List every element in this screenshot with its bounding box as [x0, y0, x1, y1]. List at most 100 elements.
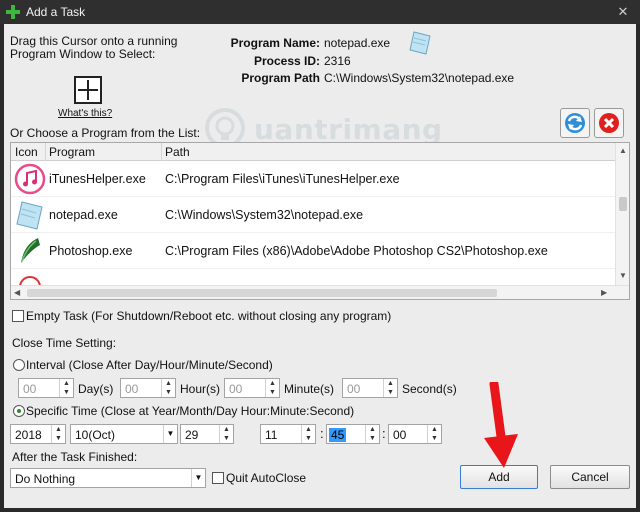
title-bar: Add a Task ✕	[0, 0, 640, 24]
minute-field[interactable]: 45 ▲ ▼	[326, 424, 380, 444]
row-path: C:\Program Files\iTunes\iTunesHelper.exe	[165, 172, 400, 186]
window-title: Add a Task	[26, 5, 86, 19]
cancel-button[interactable]: Cancel	[550, 465, 630, 489]
refresh-button[interactable]	[560, 108, 590, 138]
add-task-window: Add a Task ✕ Drag this Cursor onto a run…	[0, 0, 640, 512]
interval-days-value: 00	[23, 382, 37, 396]
seconds-unit-label: Second(s)	[402, 382, 457, 396]
spin-arrows-icon[interactable]: ▲ ▼	[161, 379, 175, 397]
spin-arrows-icon[interactable]: ▲ ▼	[51, 425, 65, 443]
chevron-down-icon[interactable]: ▼	[191, 469, 205, 487]
second-value: 00	[393, 428, 407, 442]
row-path: C:\Windows\System32\notepad.exe	[165, 208, 364, 222]
specific-time-radio[interactable]	[13, 405, 25, 417]
column-icon[interactable]: Icon	[15, 145, 38, 159]
chevron-down-icon[interactable]: ▼	[163, 425, 177, 443]
minute-value: 45	[329, 428, 347, 442]
spin-arrows-icon[interactable]: ▲ ▼	[383, 379, 397, 397]
time-separator: :	[320, 426, 324, 441]
delete-icon	[599, 113, 619, 133]
interval-minutes-field[interactable]: 00 ▲ ▼	[224, 378, 280, 398]
scroll-up-arrow[interactable]: ▲	[619, 146, 627, 155]
month-value: 10(Oct)	[75, 428, 116, 442]
table-row[interactable]: notepad.exe C:\Windows\System32\notepad.…	[11, 197, 615, 233]
time-separator: :	[382, 426, 386, 441]
column-separator	[161, 143, 162, 161]
month-select[interactable]: 10(Oct) ▼	[70, 424, 178, 444]
close-window-button[interactable]: ✕	[614, 4, 632, 20]
interval-label: Interval (Close After Day/Hour/Minute/Se…	[26, 358, 273, 372]
drag-instruction: Drag this Cursor onto a running Program …	[10, 35, 177, 61]
program-path-label: Program Path	[241, 71, 320, 85]
close-time-heading: Close Time Setting:	[12, 336, 117, 350]
after-task-label: After the Task Finished:	[12, 450, 138, 464]
interval-radio[interactable]	[13, 359, 25, 371]
hour-field[interactable]: 11 ▲ ▼	[260, 424, 316, 444]
spin-arrows-icon[interactable]: ▲ ▼	[365, 425, 379, 443]
process-id-label: Process ID:	[253, 54, 320, 68]
year-field[interactable]: 2018 ▲ ▼	[10, 424, 66, 444]
column-separator	[45, 143, 46, 161]
scroll-down-arrow[interactable]: ▼	[619, 271, 627, 280]
interval-seconds-value: 00	[347, 382, 361, 396]
spin-arrows-icon[interactable]: ▲ ▼	[265, 379, 279, 397]
hour-value: 11	[265, 428, 278, 442]
interval-hours-field[interactable]: 00 ▲ ▼	[120, 378, 176, 398]
quit-autoclose-label: Quit AutoClose	[226, 471, 307, 485]
scroll-thumb[interactable]	[619, 197, 627, 211]
column-path[interactable]: Path	[165, 145, 190, 159]
spin-arrows-icon[interactable]: ▲ ▼	[427, 425, 441, 443]
selected-program-icon	[409, 31, 431, 55]
row-program: notepad.exe	[49, 208, 118, 222]
notepad-icon	[16, 201, 43, 230]
interval-minutes-value: 00	[229, 382, 243, 396]
program-list-label: Or Choose a Program from the List:	[10, 126, 201, 140]
interval-seconds-field[interactable]: 00 ▲ ▼	[342, 378, 398, 398]
interval-hours-value: 00	[125, 382, 139, 396]
spin-arrows-icon[interactable]: ▲ ▼	[59, 379, 73, 397]
hours-unit-label: Hour(s)	[180, 382, 221, 396]
list-vertical-scrollbar[interactable]: ▲ ▼	[615, 143, 629, 285]
list-header: Icon Program Path	[11, 143, 615, 161]
row-program: iTunesHelper.exe	[49, 172, 146, 186]
after-task-value: Do Nothing	[15, 472, 76, 486]
program-list[interactable]: Icon Program Path iTunesHelper.exe C:\Pr…	[10, 142, 630, 300]
scroll-thumb[interactable]	[27, 289, 497, 297]
drag-instruction-line2: Program Window to Select:	[10, 47, 156, 61]
scroll-left-arrow[interactable]: ◀	[14, 288, 20, 297]
spin-arrows-icon[interactable]: ▲ ▼	[301, 425, 315, 443]
day-field[interactable]: 29 ▲ ▼	[180, 424, 234, 444]
program-name-label: Program Name:	[230, 36, 320, 50]
specific-time-label: Specific Time (Close at Year/Month/Day H…	[26, 404, 355, 418]
program-path-value: C:\Windows\System32\notepad.exe	[324, 71, 515, 85]
interval-days-field[interactable]: 00 ▲ ▼	[18, 378, 74, 398]
window-finder-target[interactable]	[74, 76, 102, 104]
second-field[interactable]: 00 ▲ ▼	[388, 424, 442, 444]
whats-this-link[interactable]: What's this?	[58, 108, 112, 119]
dialog-body: Drag this Cursor onto a running Program …	[4, 24, 636, 508]
itunes-icon	[14, 163, 46, 195]
quit-autoclose-checkbox[interactable]	[212, 472, 224, 484]
minutes-unit-label: Minute(s)	[284, 382, 335, 396]
row-path: C:\Program Files (x86)\Adobe\Adobe Photo…	[165, 244, 548, 258]
day-value: 29	[185, 428, 199, 442]
scroll-right-arrow[interactable]: ▶	[601, 288, 607, 297]
red-arrow-annotation-icon	[484, 382, 518, 468]
empty-task-checkbox[interactable]	[12, 310, 24, 322]
column-program[interactable]: Program	[49, 145, 95, 159]
days-unit-label: Day(s)	[78, 382, 114, 396]
year-value: 2018	[15, 428, 42, 442]
after-task-select[interactable]: Do Nothing ▼	[10, 468, 206, 488]
program-name-value: notepad.exe	[324, 36, 391, 50]
table-row[interactable]: iTunesHelper.exe C:\Program Files\iTunes…	[11, 161, 615, 197]
list-horizontal-scrollbar[interactable]: ◀ ▶	[11, 285, 629, 299]
row-program: Photoshop.exe	[49, 244, 133, 258]
spin-arrows-icon[interactable]: ▲ ▼	[219, 425, 233, 443]
process-id-value: 2316	[324, 54, 351, 68]
delete-button[interactable]	[594, 108, 624, 138]
add-icon	[6, 5, 20, 19]
photoshop-icon	[21, 238, 40, 263]
table-row[interactable]: Photoshop.exe C:\Program Files (x86)\Ado…	[11, 233, 615, 269]
empty-task-label: Empty Task (For Shutdown/Reboot etc. wit…	[26, 309, 392, 323]
refresh-icon	[565, 113, 585, 133]
